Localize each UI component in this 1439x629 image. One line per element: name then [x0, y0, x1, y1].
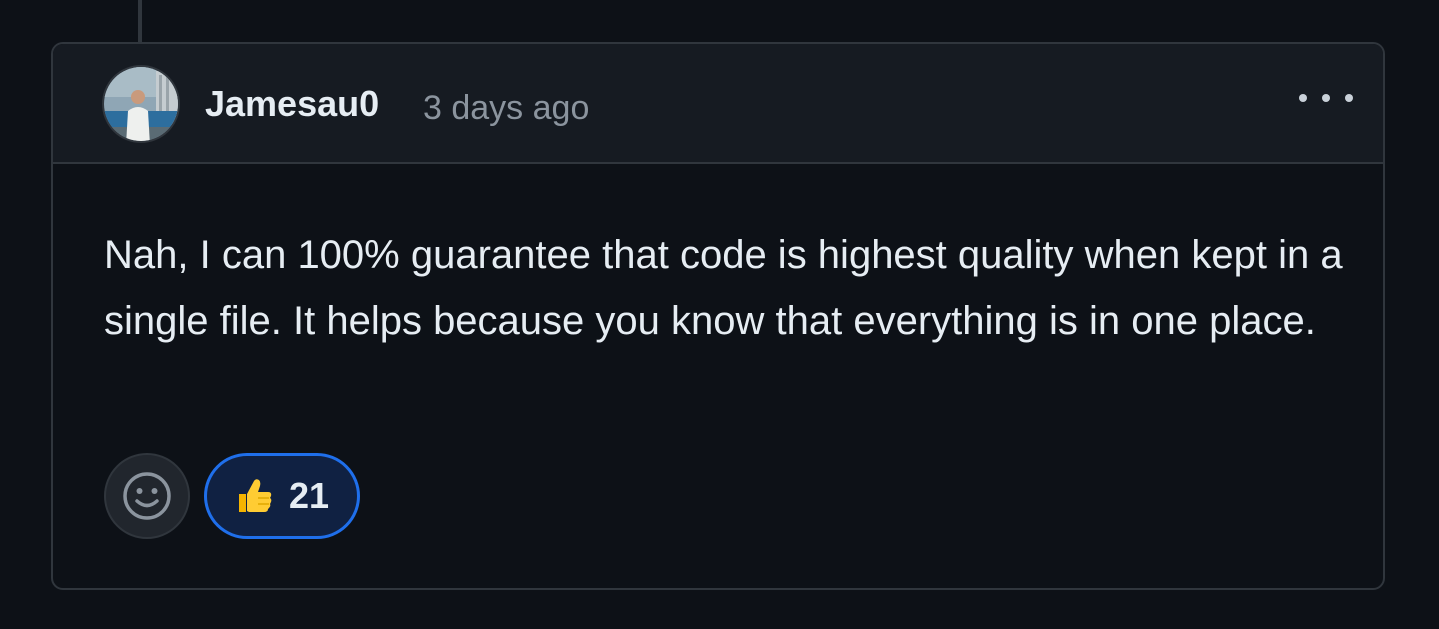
- smiley-icon: [123, 472, 171, 520]
- timeline-connector: [138, 0, 142, 44]
- more-dot: [1345, 94, 1353, 102]
- more-dot: [1322, 94, 1330, 102]
- reaction-count: 21: [288, 475, 330, 516]
- thumbs-up-reaction-button[interactable]: 21: [204, 453, 360, 539]
- avatar-image: [104, 67, 178, 141]
- add-reaction-button[interactable]: [104, 453, 190, 539]
- reactions-bar: 21: [104, 453, 360, 539]
- author-avatar[interactable]: [102, 65, 180, 143]
- comment-card: Jamesau0 3 days ago Nah, I can 100% guar…: [51, 42, 1385, 590]
- comment-timestamp[interactable]: 3 days ago: [423, 86, 589, 130]
- thumbs-up-icon: [235, 476, 275, 516]
- kebab-horizontal-icon[interactable]: [1295, 78, 1357, 118]
- comment-header: Jamesau0 3 days ago: [53, 44, 1383, 164]
- comment-body: Nah, I can 100% guarantee that code is h…: [104, 233, 1343, 343]
- more-dot: [1299, 94, 1307, 102]
- author-name[interactable]: Jamesau0: [205, 82, 379, 126]
